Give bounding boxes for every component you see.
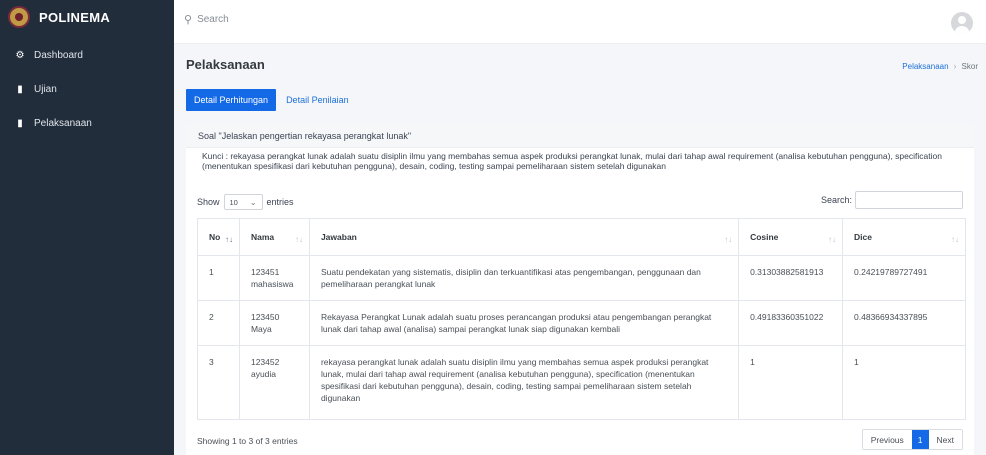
column-header-label: Cosine	[750, 232, 779, 242]
table-search-label: Search:	[820, 195, 852, 205]
column-header-label: No	[209, 232, 221, 242]
search-icon: ⚲	[184, 14, 193, 26]
file-icon: ▮	[17, 117, 23, 129]
sidebar-item-pelaksanaan[interactable]: ▮ Pelaksanaan	[0, 106, 174, 140]
student-name: Maya	[250, 324, 272, 334]
entries-select[interactable]: 10 ⌄	[223, 194, 263, 210]
cell-dice: 0.48366934337895	[842, 300, 966, 346]
page-title: Pelaksanaan	[186, 57, 265, 72]
table-info: Showing 1 to 3 of 3 entries	[197, 436, 298, 446]
breadcrumb-link-pelaksanaan[interactable]: Pelaksanaan	[902, 62, 948, 71]
cell-cosine: 1	[738, 345, 844, 420]
entries-label: entries	[266, 197, 294, 207]
sidebar: POLINEMA ⚙ Dashboard ▮ Ujian ▮ Pelaksana…	[0, 0, 174, 455]
tabs: Detail Perhitungan Detail Penilaian	[186, 89, 359, 111]
chevron-right-icon: ›	[953, 61, 957, 71]
cell-no: 3	[197, 345, 240, 420]
column-header-label: Nama	[250, 232, 275, 242]
previous-button[interactable]: Previous	[862, 430, 912, 449]
student-id: 123451	[250, 267, 280, 277]
cell-dice: 0.24219789727491	[842, 255, 966, 301]
dashboard-icon: ⚙	[15, 49, 25, 61]
results-table: No ↑↓ Nama ↑↓ Jawaban ↑↓ Cosine ↑↓ Dice ↑↓ 1 …	[197, 218, 966, 420]
cell-no: 1	[197, 255, 240, 301]
sort-icon: ↑↓	[224, 235, 233, 244]
column-header-jawaban[interactable]: Jawaban ↑↓	[308, 218, 740, 256]
student-name: mahasiswa	[250, 279, 294, 289]
breadcrumb: Pelaksanaan › Skor	[902, 61, 978, 71]
soal-header: Soal "Jelaskan pengertian rekayasa peran…	[186, 124, 974, 148]
sidebar-item-label: Ujian	[34, 83, 57, 95]
column-header-no[interactable]: No ↑↓	[197, 218, 240, 256]
column-header-label: Dice	[854, 232, 872, 242]
table-header-row: No ↑↓ Nama ↑↓ Jawaban ↑↓ Cosine ↑↓ Dice ↑↓	[197, 218, 966, 256]
sidebar-nav: ⚙ Dashboard ▮ Ujian ▮ Pelaksanaan	[0, 38, 174, 140]
sidebar-item-label: Pelaksanaan	[34, 117, 92, 129]
page-button-1[interactable]: 1	[911, 430, 929, 449]
tab-detail-perhitungan[interactable]: Detail Perhitungan	[186, 89, 277, 111]
table-row: 1 123451 mahasiswa Suatu pendekatan yang …	[197, 255, 966, 301]
sidebar-item-label: Dashboard	[34, 49, 83, 61]
topbar: ⚲ Search	[174, 0, 986, 44]
cell-jawaban: Rekayasa Perangkat Lunak adalah suatu pr…	[308, 300, 740, 346]
student-name: ayudia	[250, 369, 277, 379]
column-header-label: Jawaban	[320, 232, 357, 242]
sort-icon: ↑↓	[828, 235, 837, 244]
cell-no: 2	[197, 300, 240, 346]
column-header-nama[interactable]: Nama ↑↓	[238, 218, 310, 256]
chevron-down-icon: ⌄	[249, 197, 257, 207]
cell-cosine: 0.31303882581913	[738, 255, 844, 301]
brand-name: POLINEMA	[39, 9, 111, 25]
file-icon: ▮	[17, 83, 23, 95]
table-filter: Search:	[821, 191, 963, 209]
search-placeholder: Search	[197, 14, 229, 25]
sidebar-item-ujian[interactable]: ▮ Ujian	[0, 72, 174, 106]
table-row: 3 123452 ayudia rekayasa perangkat lunak …	[197, 345, 966, 420]
breadcrumb-current: Skor	[961, 61, 978, 71]
student-id: 123452	[250, 357, 280, 367]
table-row: 2 123450 Maya Rekayasa Perangkat Lunak ad…	[197, 300, 966, 346]
sort-icon: ↑↓	[294, 235, 303, 244]
result-card: Soal "Jelaskan pengertian rekayasa peran…	[186, 124, 974, 455]
entries-length: Show 10 ⌄ entries	[197, 194, 294, 210]
search-input[interactable]: ⚲ Search	[184, 13, 229, 26]
show-label: Show	[197, 197, 220, 207]
answer-key: Kunci : rekayasa perangkat lunak adalah …	[202, 151, 942, 171]
cell-nama: 123452 ayudia	[238, 345, 310, 420]
pagination: Previous 1 Next	[861, 429, 963, 450]
cell-nama: 123450 Maya	[238, 300, 310, 346]
polinema-logo-icon	[8, 6, 30, 28]
student-id: 123450	[250, 312, 280, 322]
avatar[interactable]	[951, 12, 973, 34]
brand[interactable]: POLINEMA	[0, 0, 174, 34]
cell-jawaban: Suatu pendekatan yang sistematis, disipl…	[308, 255, 740, 301]
cell-nama: 123451 mahasiswa	[238, 255, 310, 301]
sidebar-item-dashboard[interactable]: ⚙ Dashboard	[0, 38, 174, 72]
cell-dice: 1	[842, 345, 966, 420]
cell-jawaban: rekayasa perangkat lunak adalah suatu di…	[308, 345, 740, 420]
sort-icon: ↑↓	[724, 235, 733, 244]
sort-icon: ↑↓	[951, 235, 959, 244]
cell-cosine: 0.49183360351022	[738, 300, 844, 346]
entries-select-value: 10	[229, 197, 238, 207]
tab-detail-penilaian[interactable]: Detail Penilaian	[278, 89, 357, 111]
next-button[interactable]: Next	[928, 430, 962, 449]
table-search-input[interactable]	[855, 191, 963, 209]
column-header-dice[interactable]: Dice ↑↓	[842, 218, 966, 256]
column-header-cosine[interactable]: Cosine ↑↓	[738, 218, 844, 256]
